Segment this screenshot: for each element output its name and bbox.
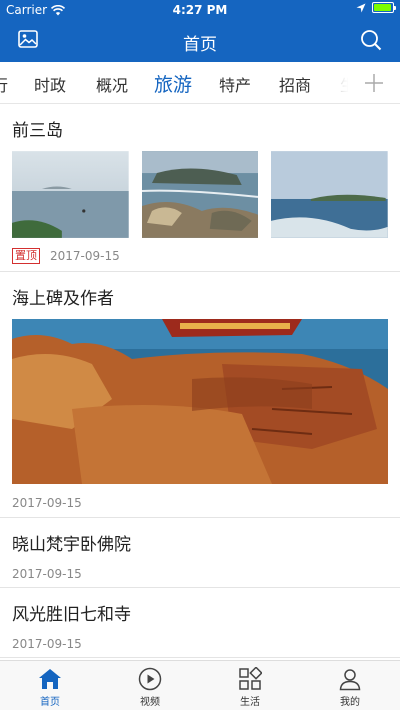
tab-overview[interactable]: 概况 (96, 72, 128, 96)
thumbnail-row (12, 151, 389, 238)
tabbar-life-label: 生活 (240, 697, 260, 708)
plus-icon (365, 73, 383, 92)
status-time: 4:27 PM (172, 3, 228, 17)
nav-bar: 首页 (0, 20, 400, 62)
item-title: 晓山梵宇卧佛院 (12, 535, 131, 555)
tabbar-video-label: 视频 (140, 697, 160, 708)
tabbar-profile-label: 我的 (340, 697, 360, 708)
status-right (356, 2, 396, 13)
thumbnail-rocky-shore (141, 151, 259, 238)
feature-image-stone-inscription (12, 319, 388, 484)
item-date: 2017-09-15 (12, 567, 82, 581)
list-item[interactable]: 海上碑及作者 2017-09-15 (0, 272, 400, 518)
home-icon (39, 669, 61, 689)
news-feed: 前三岛 置顶 2017-09-15 海上碑及作者 2017-09-15 晓山梵宇… (0, 104, 400, 658)
tab-specialty[interactable]: 特产 (219, 72, 251, 96)
category-tabs: 行 时政 概况 旅游 特产 招商 生 (0, 62, 400, 104)
item-meta: 2017-09-15 (12, 637, 388, 651)
item-title: 前三岛 (12, 121, 63, 141)
location-arrow-icon (356, 3, 366, 12)
bottom-tab-bar: 首页 视频 生活 我的 (0, 660, 400, 710)
tabbar-home-label: 首页 (40, 697, 60, 708)
item-date: 2017-09-15 (50, 249, 120, 263)
tab-politics[interactable]: 时政 (34, 72, 66, 96)
list-item[interactable]: 晓山梵宇卧佛院 2017-09-15 (0, 518, 400, 588)
grid-icon (239, 667, 262, 690)
battery-level (374, 4, 392, 11)
item-title: 海上碑及作者 (12, 289, 114, 309)
item-title: 风光胜旧七和寺 (12, 605, 131, 625)
status-bar: Carrier 4:27 PM (0, 0, 400, 20)
tabbar-life[interactable]: 生活 (200, 661, 300, 710)
item-date: 2017-09-15 (12, 496, 82, 510)
play-icon (138, 667, 162, 691)
tab-investment[interactable]: 招商 (279, 72, 311, 96)
tabbar-home[interactable]: 首页 (0, 661, 100, 710)
thumbnail-sea-island (12, 151, 129, 238)
tab-tourism[interactable]: 旅游 (154, 70, 192, 97)
tab-partial-left[interactable]: 行 (0, 72, 8, 96)
search-icon (361, 30, 382, 51)
list-item[interactable]: 风光胜旧七和寺 2017-09-15 (0, 588, 400, 658)
item-meta: 2017-09-15 (12, 567, 388, 581)
page-title: 首页 (183, 35, 217, 55)
list-item[interactable]: 前三岛 置顶 2017-09-15 (0, 104, 400, 272)
add-tab-button[interactable] (348, 62, 400, 103)
item-date: 2017-09-15 (12, 637, 82, 651)
thumbnail-island-coast (271, 151, 389, 238)
item-meta: 置顶 2017-09-15 (12, 248, 388, 264)
user-icon (339, 669, 361, 691)
pinned-badge: 置顶 (12, 248, 40, 264)
tabbar-profile[interactable]: 我的 (300, 661, 400, 710)
item-meta: 2017-09-15 (12, 496, 388, 510)
tabbar-video[interactable]: 视频 (100, 661, 200, 710)
search-button[interactable] (360, 29, 382, 55)
battery-icon (372, 2, 396, 13)
